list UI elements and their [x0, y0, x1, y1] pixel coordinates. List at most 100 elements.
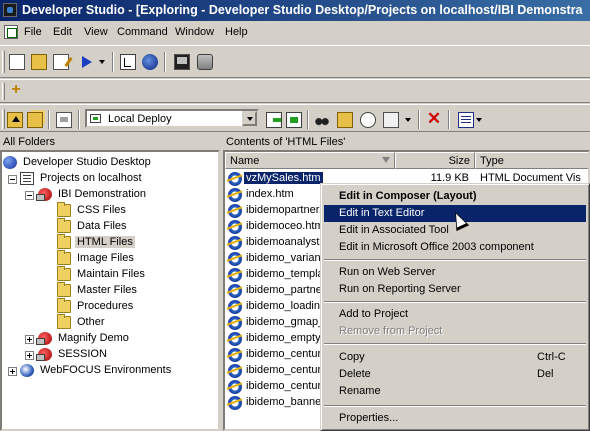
menu-separator	[324, 301, 586, 303]
folder-icon	[57, 250, 71, 265]
project-icon	[36, 188, 52, 201]
menu-edit[interactable]: Edit	[53, 26, 72, 38]
menu-copy[interactable]: Copy Ctrl-C	[324, 349, 586, 366]
html-document-icon	[228, 364, 242, 378]
file-name: ibidemo_century	[246, 348, 327, 360]
add-icon[interactable]: +	[8, 82, 24, 99]
tree-node-label: HTML Files	[75, 236, 135, 248]
folder-icon	[57, 298, 71, 313]
menu-properties[interactable]: Properties...	[324, 410, 586, 427]
checkout-icon[interactable]	[383, 112, 399, 128]
menu-help[interactable]: Help	[225, 26, 248, 38]
document-icon[interactable]	[4, 25, 18, 39]
file-name: ibidemopartner.h	[246, 204, 328, 216]
toolbar-separator	[418, 110, 420, 129]
toolbar-separator	[78, 110, 80, 129]
tree-node-label: CSS Files	[77, 204, 126, 216]
html-document-icon	[228, 284, 242, 298]
column-header-label: Name	[230, 155, 260, 167]
menu-edit-in-office[interactable]: Edit in Microsoft Office 2003 component	[324, 239, 586, 256]
collapse-icon[interactable]	[8, 175, 17, 184]
new-icon[interactable]	[9, 54, 25, 70]
deploy-environment-select[interactable]: Local Deploy	[85, 109, 259, 128]
html-document-icon	[228, 172, 242, 186]
menu-separator	[324, 343, 586, 345]
menu-window[interactable]: Window	[175, 26, 214, 38]
toolbar-separator	[112, 52, 114, 72]
menu-delete[interactable]: Delete Del	[324, 366, 586, 383]
database-icon[interactable]	[197, 54, 213, 70]
toolbar-grip[interactable]	[2, 109, 5, 129]
collapse-icon[interactable]	[25, 191, 34, 200]
view-dropdown-icon[interactable]	[476, 118, 482, 122]
properties-icon[interactable]	[56, 112, 72, 128]
menu-bar: File Edit View Command Window Help	[0, 23, 590, 43]
chevron-down-icon[interactable]	[242, 111, 257, 126]
tree-node-label: WebFOCUS Environments	[40, 364, 172, 376]
tree-node-label: Magnify Demo	[58, 332, 129, 344]
folder-icon	[57, 202, 71, 217]
menu-add-to-project[interactable]: Add to Project	[324, 306, 586, 323]
column-header-label: Type	[480, 155, 504, 167]
menu-item-label: Delete	[339, 368, 371, 380]
edit-document-icon[interactable]	[53, 54, 69, 70]
window-title: Developer Studio - [Exploring - Develope…	[22, 3, 583, 17]
expand-icon[interactable]	[25, 335, 34, 344]
menu-edit-in-composer[interactable]: Edit in Composer (Layout)	[324, 188, 586, 205]
checkout-dropdown-icon[interactable]	[405, 118, 411, 122]
find-icon[interactable]	[314, 112, 330, 128]
delete-icon[interactable]: ✕	[426, 110, 442, 127]
tree-node-label: SESSION	[58, 348, 107, 360]
open-folder-icon[interactable]	[31, 54, 47, 70]
html-document-icon	[228, 268, 242, 282]
sort-arrow-icon	[382, 157, 390, 163]
tree-view-icon[interactable]	[120, 54, 136, 70]
tree-node-label: Maintain Files	[77, 268, 145, 280]
deploy-icon	[90, 114, 101, 123]
folder-icon	[57, 282, 71, 297]
column-header-size[interactable]: Size	[395, 152, 475, 169]
column-header-type[interactable]: Type	[475, 152, 588, 169]
file-name: ibidemoanalyst.h	[246, 236, 329, 248]
column-header-name[interactable]: Name	[225, 152, 395, 169]
html-document-icon	[228, 348, 242, 362]
folder-up-icon[interactable]	[7, 112, 23, 128]
synchronize-icon[interactable]	[337, 112, 353, 128]
title-bar: Developer Studio - [Exploring - Develope…	[0, 0, 590, 21]
expand-icon[interactable]	[25, 351, 34, 360]
app-icon	[3, 3, 17, 17]
deploy-to-icon[interactable]	[266, 112, 282, 128]
search-icon[interactable]	[360, 112, 376, 128]
toolbar-grip[interactable]	[2, 83, 5, 100]
console-icon[interactable]	[174, 54, 190, 70]
file-name: ibidemo_templat	[246, 268, 327, 280]
menu-command[interactable]: Command	[117, 26, 168, 38]
web-globe-icon[interactable]	[142, 54, 158, 70]
menu-rename[interactable]: Rename	[324, 383, 586, 400]
run-icon[interactable]	[82, 56, 92, 68]
menu-view[interactable]: View	[84, 26, 108, 38]
toolbar-grip[interactable]	[2, 51, 5, 73]
toolbar-separator	[307, 110, 309, 129]
folder-tree[interactable]: Developer Studio Desktop Projects on loc…	[0, 150, 220, 431]
html-document-icon	[228, 316, 242, 330]
toolbar-separator	[164, 52, 166, 72]
deploy-from-icon[interactable]	[286, 112, 302, 128]
project-icon	[36, 332, 52, 345]
html-document-icon	[228, 252, 242, 266]
menu-run-on-reporting-server[interactable]: Run on Reporting Server	[324, 281, 586, 298]
file-name: ibidemo_partner	[246, 284, 326, 296]
run-dropdown-icon[interactable]	[99, 60, 105, 64]
folders-toggle-icon[interactable]	[27, 112, 43, 128]
menu-run-on-web-server[interactable]: Run on Web Server	[324, 264, 586, 281]
file-name: ibidemoceo.htm	[246, 220, 324, 232]
deploy-select-value: Local Deploy	[108, 113, 172, 125]
menu-file[interactable]: File	[24, 26, 42, 38]
view-options-icon[interactable]	[458, 112, 474, 128]
secondary-toolbar: +	[0, 79, 590, 103]
menu-item-label: Copy	[339, 351, 365, 363]
folders-pane: All Folders Developer Studio Desktop Pro…	[0, 133, 220, 431]
webfocus-icon	[20, 364, 34, 377]
file-name: vzMySales.htm	[244, 172, 323, 184]
expand-icon[interactable]	[8, 367, 17, 376]
